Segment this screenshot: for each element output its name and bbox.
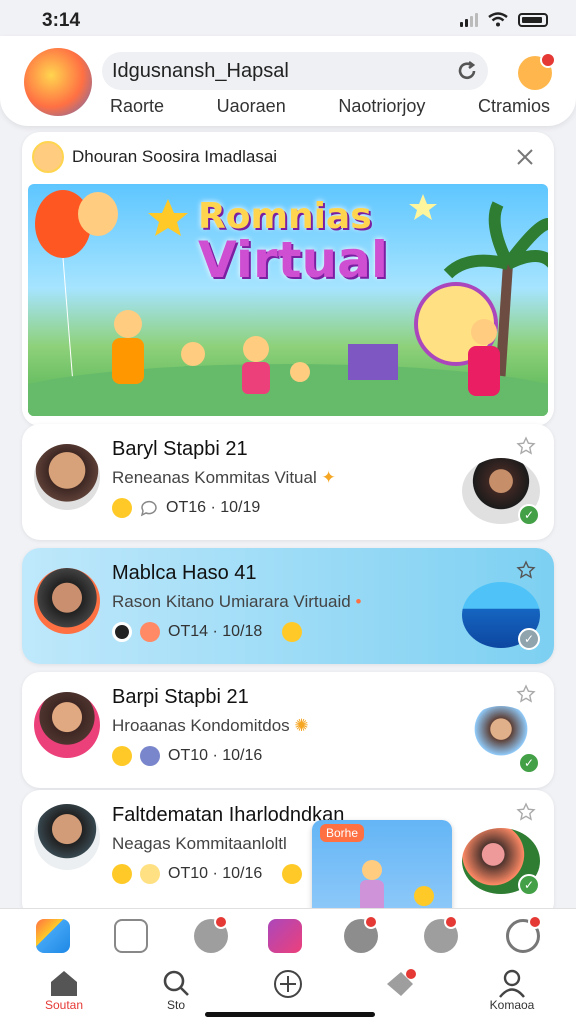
friend-avatar[interactable] xyxy=(140,746,160,766)
post-card[interactable]: Faltdematan Iharlodndkan Neagas Kommitaa… xyxy=(22,790,554,920)
nav-home[interactable]: Soutan xyxy=(24,968,104,1012)
star-icon[interactable] xyxy=(516,560,536,580)
featured-avatar xyxy=(32,141,64,173)
status-time: 3:14 xyxy=(42,10,81,31)
battery-icon xyxy=(518,12,548,27)
star-icon[interactable] xyxy=(516,436,536,456)
verified-icon: ✓ xyxy=(518,874,540,896)
post-avatar[interactable] xyxy=(34,568,100,634)
notification-badge xyxy=(364,915,378,929)
post-time: OT10 · 10/16 xyxy=(168,865,263,882)
close-icon[interactable] xyxy=(514,146,536,168)
sparkle-emoji-icon[interactable] xyxy=(140,864,160,884)
post-subtitle: Hroaanas Kondomitdos ✺ xyxy=(112,716,309,735)
nav-home-label: Soutan xyxy=(44,998,84,1012)
heart-tag-icon xyxy=(387,969,416,996)
nav-explore[interactable] xyxy=(248,968,328,1000)
camera-icon[interactable] xyxy=(114,919,148,953)
app-header: Idgusnansh_Hapsal Raorte Uaoraen Naotrio… xyxy=(0,36,576,126)
header-tabs: Raorte Uaoraen Naotriorjoy Ctramios xyxy=(110,96,550,117)
refresh-icon[interactable] xyxy=(456,60,478,82)
featured-title: Dhouran Soosira Imadlasai xyxy=(72,147,278,166)
post-avatar[interactable] xyxy=(34,444,100,510)
post-meta: OT10 · 10/16 xyxy=(112,864,303,884)
verified-icon: ✓ xyxy=(518,504,540,526)
post-card[interactable]: Baryl Stapbi 21 Reneanas Kommitas Vitual… xyxy=(22,424,554,540)
post-meta: OT16 · 10/19 xyxy=(112,498,260,518)
post-subtitle: Neagas Kommitaanloltl xyxy=(112,834,287,853)
post-time: OT10 · 10/16 xyxy=(168,747,263,764)
preview-badge: Borhe xyxy=(320,824,365,842)
post-title: Barpi Stapbi 21 xyxy=(112,686,249,708)
gallery-icon[interactable] xyxy=(268,919,302,953)
verified-icon: ✓ xyxy=(518,752,540,774)
post-time: OT14 · 10/18 xyxy=(168,623,263,640)
emoji-reaction-icon[interactable] xyxy=(112,746,132,766)
nav-search-label: Sto xyxy=(166,998,185,1012)
notification-badge xyxy=(214,915,228,929)
post-avatar[interactable] xyxy=(34,692,100,758)
post-meta: OT10 · 10/16 xyxy=(112,746,262,766)
post-card[interactable]: Barpi Stapbi 21 Hroaanas Kondomitdos ✺ O… xyxy=(22,672,554,788)
sunglasses-emoji-icon[interactable] xyxy=(112,864,132,884)
featured-card[interactable]: Dhouran Soosira Imadlasai Romnias Virtua… xyxy=(22,132,554,426)
verified-icon: ✓ xyxy=(518,628,540,650)
tab-1[interactable]: Raorte xyxy=(110,96,164,117)
featured-banner[interactable]: Romnias Virtual xyxy=(28,184,548,416)
featured-header: Dhouran Soosira Imadlasai xyxy=(22,132,554,182)
search-value: Idgusnansh_Hapsal xyxy=(112,59,289,82)
tab-4[interactable]: Ctramios xyxy=(478,96,550,117)
post-subtitle: Reneanas Kommitas Vitual ✦ xyxy=(112,468,336,487)
search-icon xyxy=(163,970,189,996)
star-icon[interactable] xyxy=(516,684,536,704)
nav-profile[interactable]: Komaoa xyxy=(472,968,552,1012)
post-title: Mablca Haso 41 xyxy=(112,562,257,584)
signal-icon xyxy=(460,12,478,27)
notification-badge xyxy=(540,52,556,68)
emoji-reaction-icon[interactable] xyxy=(282,622,303,642)
nav-search[interactable]: Sto xyxy=(136,968,216,1012)
post-title: Baryl Stapbi 21 xyxy=(112,438,248,460)
media-preview-card[interactable]: Borhe xyxy=(312,820,452,918)
post-subtitle: Rason Kitano Umiarara Virtuaid • xyxy=(112,592,362,611)
post-card-highlighted[interactable]: Mablca Haso 41 Rason Kitano Umiarara Vir… xyxy=(22,548,554,664)
maps-app-icon[interactable] xyxy=(36,919,70,953)
tab-3[interactable]: Naotriorjoy xyxy=(338,96,425,117)
nav-profile-label: Komaoa xyxy=(489,998,535,1012)
nav-favorites[interactable] xyxy=(360,968,440,998)
banner-title: Romnias Virtual xyxy=(198,196,388,289)
post-meta: OT14 · 10/18 xyxy=(112,622,303,642)
notification-badge xyxy=(444,915,458,929)
notification-badge xyxy=(528,915,542,929)
post-title: Faltdematan Iharlodndkan xyxy=(112,804,345,826)
home-indicator xyxy=(205,1012,375,1017)
friend-avatar[interactable] xyxy=(140,622,160,642)
post-time: OT16 · 10/19 xyxy=(166,499,261,516)
emoji-reaction-icon[interactable] xyxy=(282,864,303,884)
compass-icon xyxy=(274,970,302,998)
profile-icon xyxy=(499,969,525,998)
comment-icon[interactable] xyxy=(140,499,158,517)
post-avatar[interactable] xyxy=(34,804,100,870)
profile-avatar[interactable] xyxy=(24,48,92,116)
star-icon[interactable] xyxy=(516,802,536,822)
emoji-reaction-icon[interactable] xyxy=(112,498,132,518)
record-icon[interactable] xyxy=(112,622,132,642)
search-field[interactable]: Idgusnansh_Hapsal xyxy=(102,52,488,90)
tab-2[interactable]: Uaoraen xyxy=(217,96,286,117)
home-icon xyxy=(51,971,77,996)
quick-actions-bar xyxy=(0,908,576,964)
wifi-icon xyxy=(488,12,508,27)
